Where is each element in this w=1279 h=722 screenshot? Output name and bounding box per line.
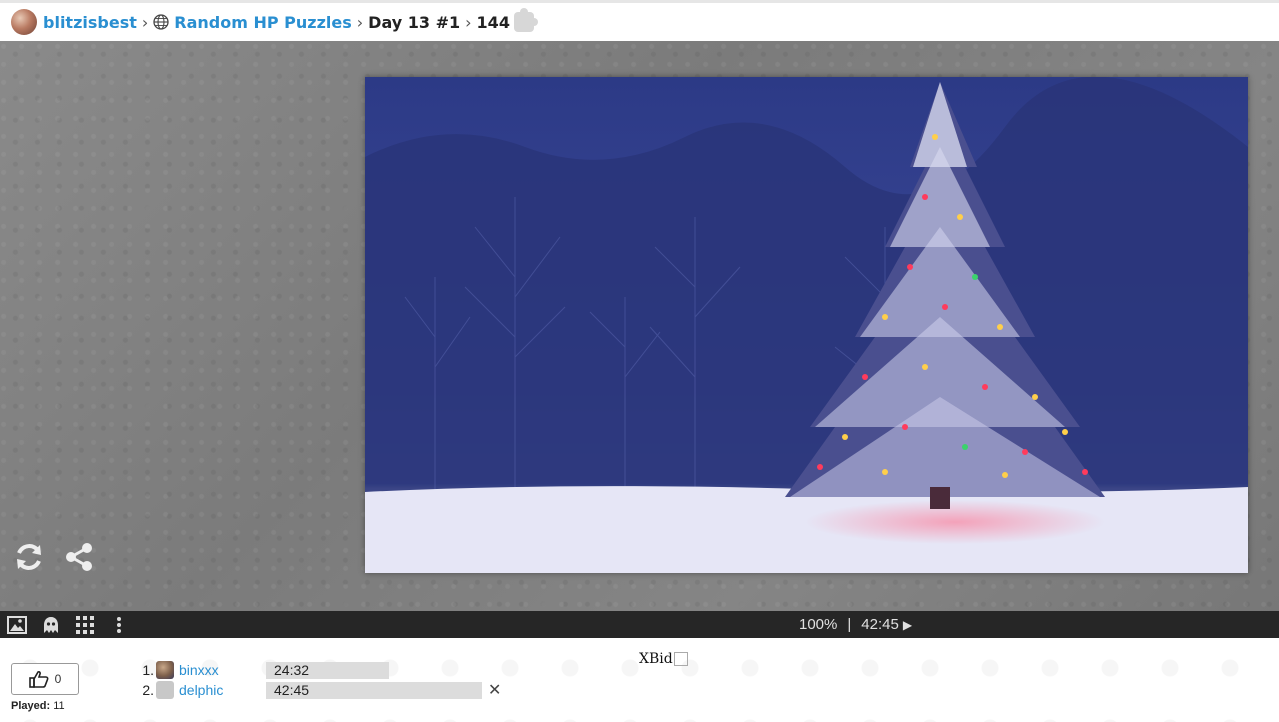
like-button[interactable]: 0 — [11, 663, 79, 695]
puzzle-footer: 0 Played: 11 1. binxxx 24:32 2. delphic … — [0, 638, 1279, 722]
user-avatar[interactable] — [11, 9, 37, 35]
leaderboard-time: 42:45 — [266, 681, 482, 699]
puzzle-board[interactable] — [0, 41, 1279, 611]
image-icon[interactable] — [6, 614, 28, 636]
puzzle-image[interactable] — [365, 77, 1248, 573]
played-count: Played: 11 — [11, 700, 65, 712]
leaderboard-row: 1. binxxx 24:32 — [138, 660, 501, 680]
christmas-tree-image — [365, 77, 1248, 573]
puzzle-piece-icon — [513, 8, 538, 32]
like-count: 0 — [54, 672, 62, 686]
leaderboard-time: 24:32 — [266, 661, 389, 679]
chevron-right-icon: › — [465, 12, 472, 32]
breadcrumb: blitzisbest › Random HP Puzzles › Day 13… — [0, 0, 1279, 41]
share-icon[interactable] — [61, 539, 97, 575]
status-separator: | — [847, 616, 852, 633]
grid-icon[interactable] — [74, 614, 96, 636]
more-vertical-icon[interactable] — [108, 614, 130, 636]
thumbs-up-icon — [28, 671, 49, 688]
elapsed-time: 42:45 — [861, 616, 899, 633]
user-avatar[interactable] — [156, 681, 174, 699]
broken-image-icon — [673, 652, 688, 666]
leaderboard-user-link[interactable]: delphic — [179, 682, 266, 698]
close-icon[interactable]: ✕ — [488, 680, 501, 700]
breadcrumb-user-link[interactable]: blitzisbest — [43, 13, 137, 32]
breadcrumb-puzzle-title: Day 13 #1 — [368, 12, 461, 32]
leaderboard: 1. binxxx 24:32 2. delphic 42:45 ✕ — [138, 660, 501, 700]
leaderboard-row: 2. delphic 42:45 ✕ — [138, 680, 501, 700]
ghost-icon[interactable] — [40, 614, 62, 636]
progress-percent: 100% — [799, 616, 838, 633]
refresh-icon[interactable] — [11, 539, 47, 575]
chevron-right-icon: › — [356, 12, 364, 32]
played-value: 11 — [53, 700, 65, 712]
leaderboard-rank: 1. — [142, 662, 154, 678]
leaderboard-user-link[interactable]: binxxx — [179, 662, 266, 678]
ad-placeholder[interactable]: XBid — [639, 651, 688, 667]
ad-text: XBid — [639, 651, 673, 667]
played-label: Played: — [11, 700, 51, 712]
breadcrumb-piece-count: 144 — [476, 12, 510, 32]
puzzle-toolbar: 100% | 42:45 ▶ — [0, 611, 1279, 638]
globe-icon — [153, 14, 169, 30]
chevron-right-icon: › — [141, 12, 149, 32]
play-icon[interactable]: ▶ — [903, 618, 912, 632]
breadcrumb-collection-link[interactable]: Random HP Puzzles — [174, 13, 351, 32]
puzzle-status: 100% | 42:45 ▶ — [799, 611, 912, 638]
leaderboard-rank: 2. — [142, 682, 154, 698]
user-avatar[interactable] — [156, 661, 174, 679]
